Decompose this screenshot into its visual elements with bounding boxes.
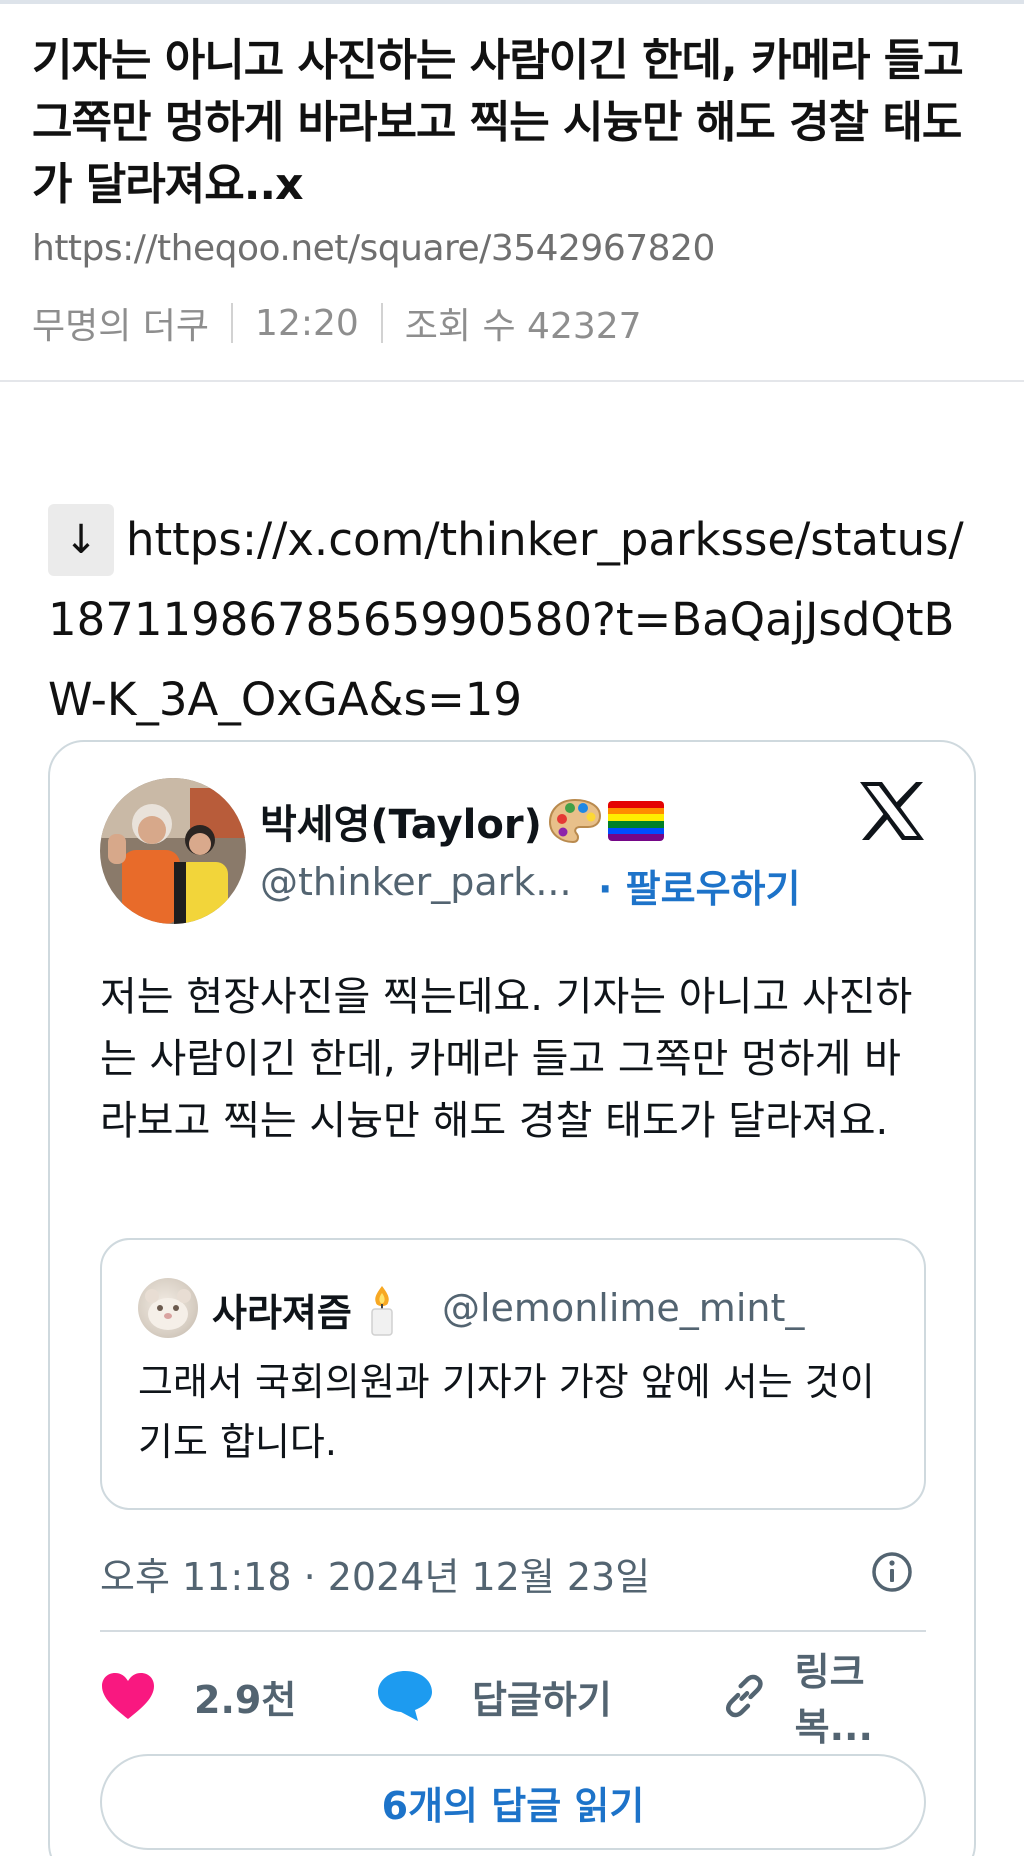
down-arrow-icon: ↓ bbox=[48, 504, 114, 576]
embedded-tweet[interactable]: 박세영(Taylor) @thinker_park... · 팔로우하기 저는 … bbox=[48, 740, 976, 1856]
info-icon[interactable] bbox=[870, 1550, 914, 1594]
rainbow-flag-icon bbox=[607, 801, 664, 841]
tweet-actions: 2.9천 답글하기 링크 복... bbox=[100, 1650, 940, 1749]
divider bbox=[100, 1630, 926, 1632]
quoted-tweet[interactable]: 사라져즘 @lemonlime_mint_ 그래서 국회의원과 기자가 가장 앞… bbox=[100, 1238, 926, 1510]
tweet-text: 저는 현장사진을 찍는데요. 기자는 아니고 사진하는 사람이긴 한데, 카메라… bbox=[100, 974, 913, 1144]
meta-divider bbox=[231, 303, 234, 343]
like-count: 2.9천 bbox=[194, 1677, 297, 1722]
post-author: 무명의 더쿠 bbox=[32, 306, 210, 347]
quoted-text: 그래서 국회의원과 기자가 가장 앞에 서는 것이기도 합니다. bbox=[138, 1360, 875, 1464]
candle-emoji-icon bbox=[364, 1284, 400, 1336]
like-button[interactable]: 2.9천 bbox=[100, 1658, 296, 1734]
copy-link-label: 링크 복... bbox=[794, 1650, 873, 1749]
quoted-avatar[interactable] bbox=[138, 1278, 198, 1338]
quoted-author-name[interactable]: 사라져즘 bbox=[212, 1282, 400, 1337]
x-logo-icon[interactable] bbox=[858, 780, 926, 842]
avatar[interactable] bbox=[100, 778, 246, 924]
quoted-author-handle[interactable]: @lemonlime_mint_ bbox=[442, 1286, 804, 1330]
heart-icon bbox=[102, 1673, 154, 1719]
post-title: 기자는 아니고 사진하는 사람이긴 한데, 카메라 들고 그쪽만 멍하게 바라보… bbox=[32, 35, 964, 210]
tweet-author-name[interactable]: 박세영(Taylor) bbox=[260, 792, 664, 850]
author-name-text: 박세영(Taylor) bbox=[260, 802, 542, 848]
source-link-url[interactable]: https://x.com/thinker_parksse/status/187… bbox=[48, 513, 964, 726]
link-icon bbox=[725, 1674, 763, 1718]
reply-bubble-icon bbox=[378, 1671, 432, 1721]
reply-button[interactable]: 답글하기 bbox=[376, 1658, 612, 1734]
post-time: 12:20 bbox=[255, 302, 359, 344]
post-header: 기자는 아니고 사진하는 사람이긴 한데, 카메라 들고 그쪽만 멍하게 바라보… bbox=[0, 0, 1024, 382]
source-link[interactable]: ↓ https://x.com/thinker_parksse/status/18… bbox=[48, 500, 988, 740]
post-views: 조회 수 42327 bbox=[404, 306, 642, 347]
reply-label: 답글하기 bbox=[472, 1677, 612, 1722]
post-meta: 무명의 더쿠 12:20 조회 수 42327 bbox=[32, 298, 642, 348]
quoted-author-name-text: 사라져즘 bbox=[212, 1291, 352, 1335]
read-replies-button[interactable]: 6개의 답글 읽기 bbox=[100, 1754, 926, 1850]
meta-divider bbox=[380, 303, 383, 343]
tweet-author-handle[interactable]: @thinker_park... bbox=[260, 860, 572, 904]
follow-button[interactable]: · 팔로우하기 bbox=[598, 858, 800, 913]
copy-link-button[interactable]: 링크 복... bbox=[720, 1650, 940, 1749]
palette-emoji-icon bbox=[548, 797, 602, 845]
post-url[interactable]: https://theqoo.net/square/3542967820 bbox=[32, 228, 715, 269]
tweet-timestamp[interactable]: 오후 11:18 · 2024년 12월 23일 bbox=[100, 1546, 650, 1601]
